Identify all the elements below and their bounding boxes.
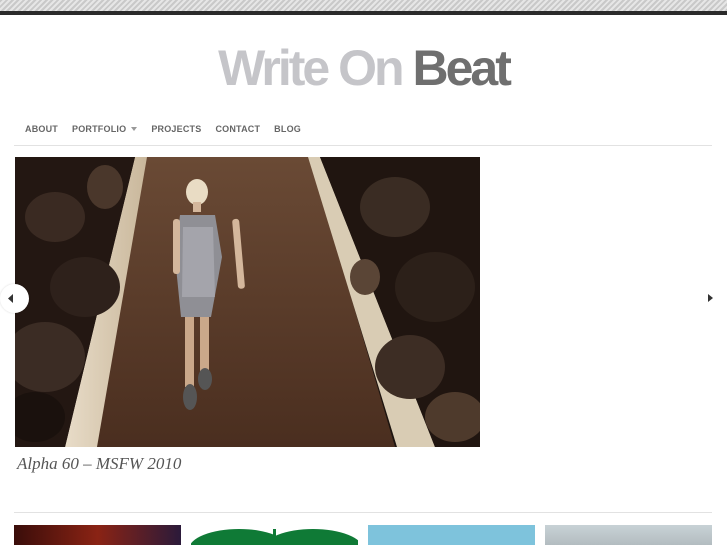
- nav-divider: [14, 145, 712, 146]
- nav-blog-label: BLOG: [274, 124, 301, 134]
- nav-about-label: ABOUT: [25, 124, 58, 134]
- nav-blog[interactable]: BLOG: [274, 124, 301, 134]
- runway-photo: [15, 157, 480, 447]
- site-logo[interactable]: Write On Beat: [0, 38, 727, 98]
- nav-portfolio[interactable]: PORTFOLIO: [72, 124, 138, 134]
- thumbnail-2[interactable]: [191, 525, 358, 545]
- main-nav: ABOUT PORTFOLIO PROJECTS CONTACT BLOG: [25, 124, 315, 134]
- nav-contact-label: CONTACT: [215, 124, 261, 134]
- logo-part-2: Beat: [412, 40, 511, 96]
- slider-image[interactable]: [15, 157, 480, 447]
- section-divider: [14, 512, 712, 513]
- thumbnail-1[interactable]: [14, 525, 181, 545]
- logo-part-1: Write On: [218, 40, 404, 96]
- caret-down-icon: [131, 127, 138, 131]
- nav-contact[interactable]: CONTACT: [215, 124, 260, 134]
- thumbnail-2-graphic: [191, 529, 358, 545]
- slider-prev-button[interactable]: [0, 284, 29, 313]
- top-pattern-bar: [0, 0, 727, 11]
- thumbnail-4[interactable]: [545, 525, 712, 545]
- nav-about[interactable]: ABOUT: [25, 124, 58, 134]
- nav-portfolio-label: PORTFOLIO: [72, 124, 127, 134]
- top-dark-rule: [0, 11, 727, 15]
- thumbnail-3[interactable]: [368, 525, 535, 545]
- nav-projects-label: PROJECTS: [151, 124, 202, 134]
- slide-caption: Alpha 60 – MSFW 2010: [17, 454, 182, 473]
- nav-projects[interactable]: PROJECTS: [151, 124, 201, 134]
- chevron-left-icon: [8, 294, 13, 303]
- slider-next-button[interactable]: [702, 290, 718, 306]
- chevron-right-icon: [708, 294, 713, 302]
